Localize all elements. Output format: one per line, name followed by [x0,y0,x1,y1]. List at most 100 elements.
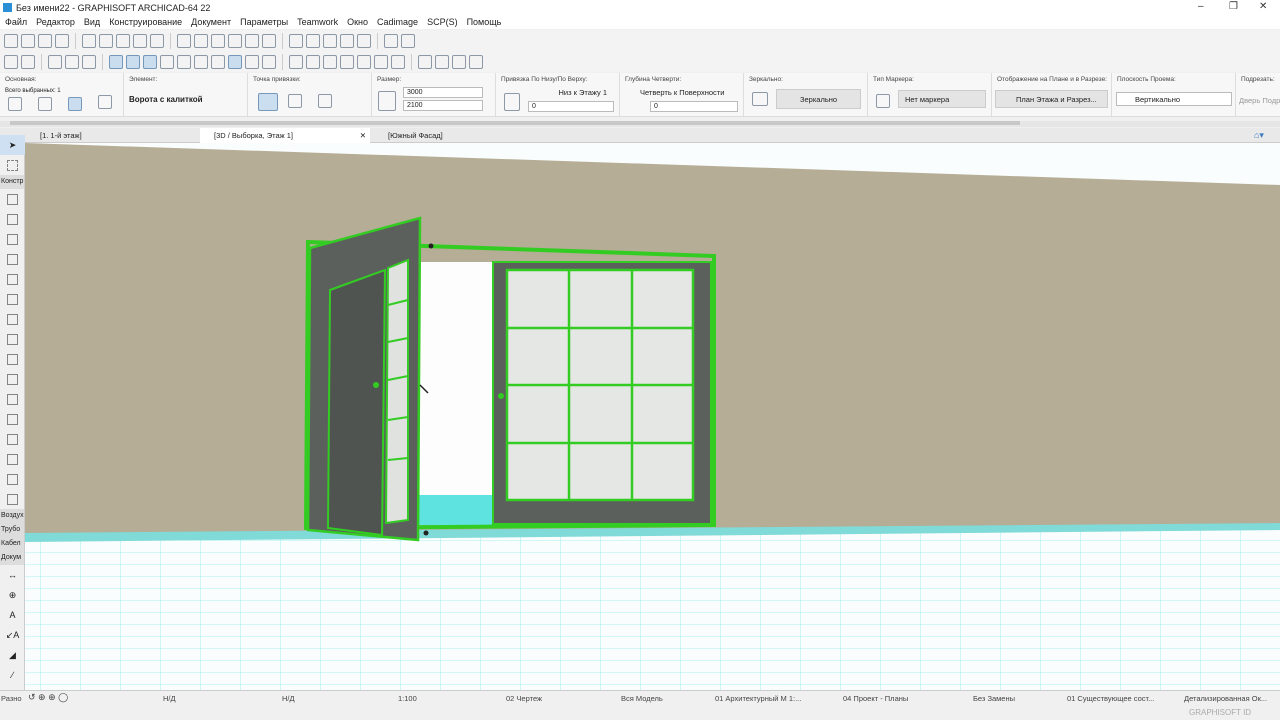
redo-icon[interactable] [21,54,35,69]
menu-window[interactable]: Окно [347,17,368,27]
distribute-icon[interactable] [245,33,259,48]
marker-dropdown[interactable]: Нет маркера [898,90,986,108]
text-tool[interactable]: A [0,605,25,625]
label-tool[interactable]: ↙A [0,625,25,645]
minimize-button[interactable]: – [1198,1,1204,12]
beam-tool[interactable] [0,269,25,289]
anchoring-offset-input[interactable]: 0 [528,101,614,112]
distribute-v-icon[interactable] [262,33,276,48]
fit-icon[interactable] [262,54,276,69]
teamwork-receive-icon[interactable] [38,33,52,48]
pick-up-icon[interactable] [48,54,62,69]
menu-view[interactable]: Вид [84,17,100,27]
text-indent-icon[interactable] [357,33,371,48]
model-view[interactable]: Вся Модель [621,694,663,703]
merge-icon[interactable] [116,33,130,48]
structure-display[interactable]: Детализированная Ок... [1184,694,1267,703]
width-input[interactable]: 3000 [403,87,483,98]
navigator-icon[interactable]: ⌂▾ [1254,130,1264,141]
railing-tool[interactable] [0,329,25,349]
category-design[interactable]: Констр [0,175,24,189]
arrow-tool[interactable]: ➤ [0,135,25,155]
layer-combination[interactable]: 02 Чертеж [506,694,542,703]
category-document[interactable]: Докум [0,551,24,565]
align-left-icon[interactable] [194,33,208,48]
layer-icon[interactable] [177,54,191,69]
measure-icon[interactable] [245,54,259,69]
plane-select[interactable]: Вертикально [1116,92,1232,106]
grid-snap-icon[interactable] [160,54,174,69]
tab-floor-plan[interactable]: [1. 1-й этаж] [26,128,196,143]
geometry-icon[interactable] [38,97,52,111]
level-dimension-tool[interactable]: ⊕ [0,585,25,605]
zoom-icon[interactable] [306,54,320,69]
snap-icon[interactable] [126,54,140,69]
menu-help[interactable]: Помощь [467,17,502,27]
text-center-icon[interactable] [306,33,320,48]
settings-3d-icon[interactable] [469,54,483,69]
offset-icon[interactable] [374,54,388,69]
curtain-wall-tool[interactable] [0,409,25,429]
height-input[interactable]: 2100 [403,100,483,111]
text-align-icon[interactable] [289,33,303,48]
mirror-button[interactable]: Зеркально [776,89,861,109]
render-icon[interactable] [435,54,449,69]
mesh-tool[interactable] [0,389,25,409]
rotate-icon[interactable] [68,97,82,111]
3d-viewport[interactable] [25,143,1280,690]
window-tool[interactable] [0,229,25,249]
eyedropper-icon[interactable] [65,54,79,69]
menu-document[interactable]: Документ [191,17,231,27]
anchor-right-icon[interactable] [318,94,332,108]
tab-south-elevation[interactable]: [Южный Фасад] [374,128,544,143]
zoom-controls-icon[interactable]: ↺ ⊕ ⊕ ◯ [28,692,68,703]
menu-scp[interactable]: SCP(S) [427,17,458,27]
text-justify-icon[interactable] [340,33,354,48]
fill-tool[interactable]: ◢ [0,645,25,665]
menu-cadimage[interactable]: Cadimage [377,17,418,27]
save-icon[interactable] [133,33,147,48]
text-right-icon[interactable] [323,33,337,48]
reveal-offset-input[interactable]: 0 [650,101,738,112]
shell-tool[interactable] [0,369,25,389]
inject-icon[interactable] [82,54,96,69]
display-dropdown[interactable]: План Этажа и Разрез... [995,90,1108,108]
teamwork-icon[interactable] [4,33,18,48]
anchor-center-icon[interactable] [288,94,302,108]
wall-tool[interactable] [0,189,25,209]
menu-file[interactable]: Файл [5,17,27,27]
zone-tool[interactable] [0,469,25,489]
3d-view-icon[interactable] [418,54,432,69]
3d-scene[interactable] [25,143,1280,690]
status-nd-2[interactable]: Н/Д [282,694,295,703]
align-center-icon[interactable] [211,33,225,48]
split-icon[interactable] [289,54,303,69]
line-tool[interactable]: ∕ [0,665,25,685]
reveal-value[interactable]: Четверть к Поверхности [640,88,724,97]
publish-icon[interactable] [99,33,113,48]
object-tool[interactable] [0,449,25,469]
teamwork-send-icon[interactable] [21,33,35,48]
close-tab-icon[interactable]: ✕ [360,128,366,143]
category-misc[interactable]: Разно [1,694,22,703]
module-icon[interactable] [401,33,415,48]
pen-set[interactable]: 01 Архитектурный М 1:... [715,694,801,703]
menu-teamwork[interactable]: Teamwork [297,17,338,27]
suspend-groups-icon[interactable] [228,54,242,69]
gravity-icon[interactable] [143,54,157,69]
hotlink-icon[interactable] [384,33,398,48]
menu-options[interactable]: Параметры [240,17,288,27]
trim-value[interactable]: Дверь Подр [1239,96,1280,105]
tab-3d[interactable]: [3D / Выборка, Этаж 1] ✕ [200,128,370,143]
slab-tool[interactable] [0,289,25,309]
align-right-icon[interactable] [228,33,242,48]
marquee-tool[interactable] [0,155,25,175]
undo-icon[interactable] [4,54,18,69]
info-box-scrollbar[interactable] [0,121,1280,127]
door-tool[interactable] [0,209,25,229]
layer-select-icon[interactable] [8,97,22,111]
roof-tool[interactable] [0,349,25,369]
category-pipes[interactable]: Трубо [0,523,24,537]
layout-icon[interactable] [82,33,96,48]
status-nd-1[interactable]: Н/Д [163,694,176,703]
